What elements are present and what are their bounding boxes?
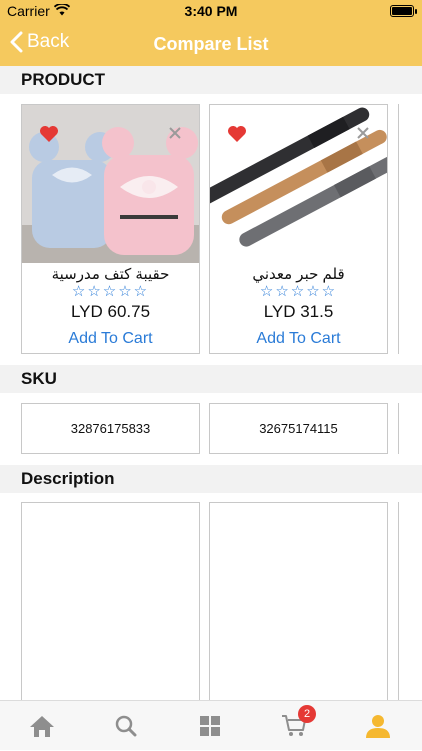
rating-stars: ☆☆☆☆☆ xyxy=(259,283,338,300)
product-card[interactable]: حقيبة كتف مدرسية ☆☆☆☆☆ LYD 60.75 Add To … xyxy=(21,104,200,354)
product-card[interactable]: قلم حبر معدني ☆☆☆☆☆ LYD 31.5 Add To Cart xyxy=(209,104,388,354)
rating-stars: ☆☆☆☆☆ xyxy=(71,283,150,300)
section-header-description: Description xyxy=(0,465,422,493)
product-price: LYD 60.75 xyxy=(70,302,151,321)
favorite-heart-icon[interactable] xyxy=(227,125,247,143)
nav-bar: Back Compare List xyxy=(0,22,422,66)
section-header-product: PRODUCT xyxy=(0,66,422,94)
description-cell xyxy=(209,502,388,707)
tab-bar: 2 xyxy=(0,700,422,750)
next-description-edge xyxy=(398,502,422,707)
product-name: قلم حبر معدني xyxy=(252,266,345,283)
next-sku-edge xyxy=(398,403,422,454)
sku-cell: 32876175833 xyxy=(21,403,200,454)
home-icon xyxy=(30,716,54,737)
remove-icon[interactable] xyxy=(357,127,369,139)
remove-icon[interactable] xyxy=(169,127,181,139)
product-price: LYD 31.5 xyxy=(263,302,334,321)
profile-icon xyxy=(366,715,390,738)
description-cell xyxy=(21,502,200,707)
tab-profile[interactable] xyxy=(336,701,420,751)
product-name: حقيبة كتف مدرسية xyxy=(51,266,170,283)
search-icon xyxy=(115,715,137,737)
add-to-cart-button[interactable]: Add To Cart xyxy=(22,330,199,348)
tab-cart[interactable]: 2 xyxy=(252,701,336,751)
sku-cell: 32675174115 xyxy=(209,403,388,454)
page-title: Compare List xyxy=(153,34,269,54)
favorite-heart-icon[interactable] xyxy=(39,125,59,143)
next-card-edge xyxy=(398,104,422,354)
tab-search[interactable] xyxy=(84,701,168,751)
status-bar: Carrier 3:40 PM xyxy=(0,0,422,22)
clock: 3:40 PM xyxy=(184,3,238,19)
tab-home[interactable] xyxy=(0,701,84,751)
add-to-cart-button[interactable]: Add To Cart xyxy=(210,330,387,348)
section-header-sku: SKU xyxy=(0,365,422,393)
battery-icon xyxy=(390,5,417,17)
tab-categories[interactable] xyxy=(168,701,252,751)
cart-count-badge: 2 xyxy=(298,705,316,723)
categories-icon xyxy=(200,716,220,736)
